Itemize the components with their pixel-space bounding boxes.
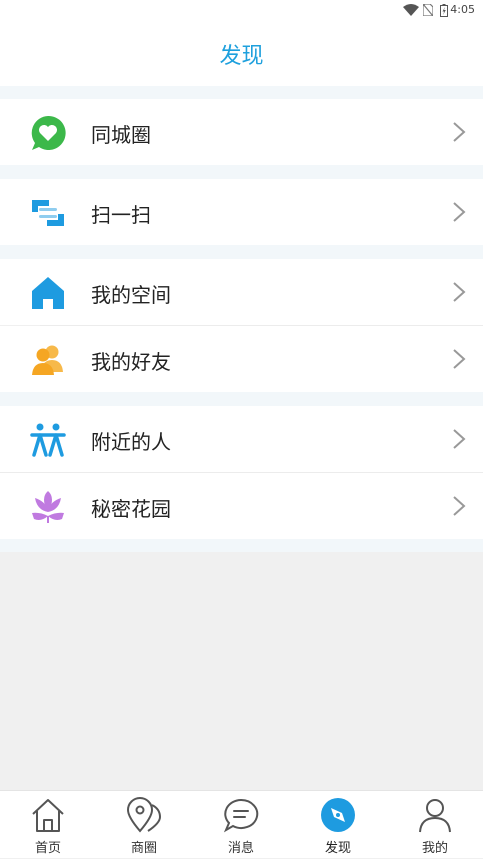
menu-item-nearby-people[interactable]: 附近的人 — [0, 406, 483, 472]
status-time: 4:05 — [450, 3, 475, 16]
menu-item-label: 同城圈 — [91, 123, 151, 147]
tab-label: 发现 — [324, 841, 351, 856]
people-nearby-icon — [30, 423, 66, 457]
compass-icon — [321, 798, 355, 832]
menu-item-label: 秘密花园 — [91, 497, 171, 521]
tab-business[interactable]: 商圈 — [96, 791, 192, 859]
tab-mine[interactable]: 我的 — [387, 791, 483, 859]
tab-label: 商圈 — [130, 841, 157, 856]
chevron-right-icon — [453, 122, 466, 142]
chat-bubble-icon — [223, 798, 259, 833]
page-title: 发现 — [219, 44, 264, 69]
chevron-right-icon — [453, 282, 466, 302]
bottom-tab-bar: 首页 商圈 消息 发现 我的 — [0, 790, 483, 858]
section-divider — [0, 86, 483, 99]
section-divider — [0, 245, 483, 259]
header-bar: 发现 — [0, 20, 483, 86]
tab-discover[interactable]: 发现 — [290, 791, 386, 859]
chevron-right-icon — [453, 349, 466, 369]
menu-item-label: 附近的人 — [91, 430, 171, 454]
tab-label: 首页 — [34, 841, 61, 856]
tab-label: 消息 — [227, 841, 254, 856]
friends-icon — [32, 345, 63, 375]
menu-item-secret-garden[interactable]: 秘密花园 — [0, 473, 483, 539]
home-icon — [32, 277, 64, 309]
section-divider — [0, 392, 483, 406]
section-divider — [0, 165, 483, 179]
wifi-icon — [403, 4, 419, 16]
scan-icon — [32, 200, 64, 226]
flower-icon — [32, 491, 64, 523]
tab-label: 我的 — [421, 841, 448, 856]
battery-icon — [440, 4, 448, 17]
menu-item-label: 我的好友 — [91, 350, 171, 374]
status-bar: 4:05 — [0, 0, 483, 20]
chevron-right-icon — [453, 202, 466, 222]
menu-item-label: 我的空间 — [91, 283, 171, 307]
menu-item-my-friends[interactable]: 我的好友 — [0, 326, 483, 392]
menu-item-label: 扫一扫 — [91, 203, 151, 227]
home-outline-icon — [32, 799, 64, 832]
menu-item-my-space[interactable]: 我的空间 — [0, 259, 483, 325]
chevron-right-icon — [453, 429, 466, 449]
chevron-right-icon — [453, 496, 466, 516]
user-profile-icon — [419, 799, 451, 833]
section-divider — [0, 539, 483, 552]
menu-item-city-circle[interactable]: 同城圈 — [0, 99, 483, 165]
tab-home[interactable]: 首页 — [0, 791, 96, 859]
location-map-icon — [126, 797, 162, 833]
tab-messages[interactable]: 消息 — [193, 791, 289, 859]
no-sim-icon — [423, 4, 433, 16]
heart-chat-icon — [31, 115, 66, 150]
menu-item-scan[interactable]: 扫一扫 — [0, 179, 483, 245]
